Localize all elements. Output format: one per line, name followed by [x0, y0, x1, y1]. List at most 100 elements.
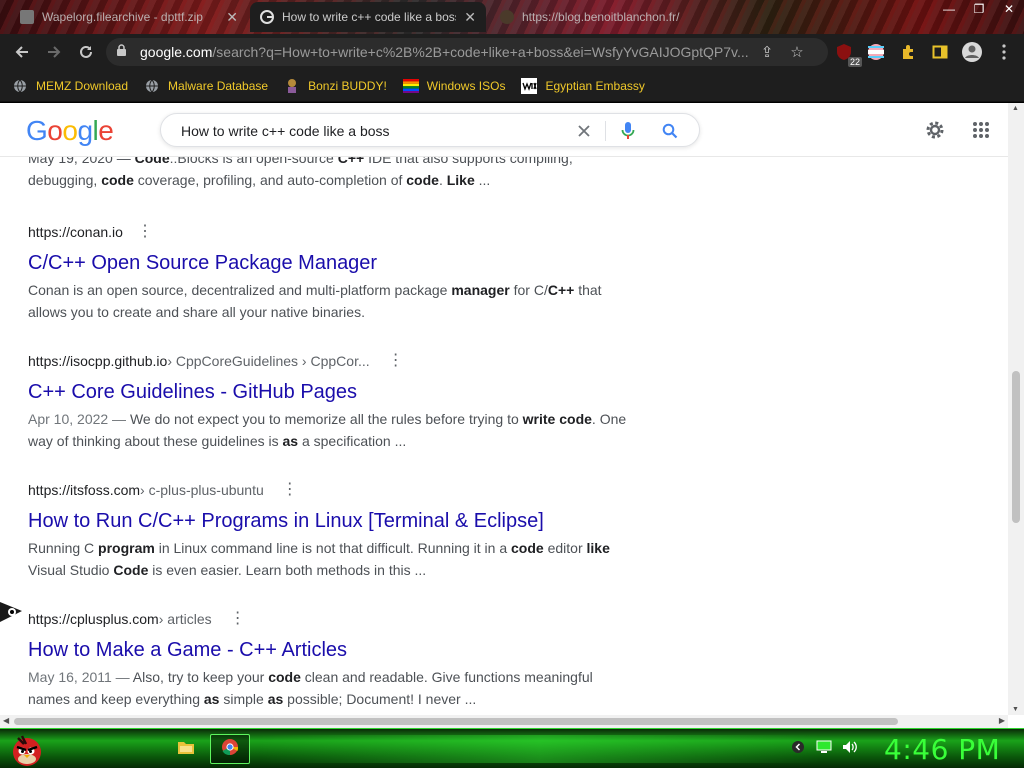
close-window-icon[interactable]: ✕: [994, 0, 1024, 20]
apps-grid-icon[interactable]: [968, 117, 994, 143]
result-title-link[interactable]: C/C++ Open Source Package Manager: [28, 251, 628, 275]
result-title-link[interactable]: How to Make a Game - C++ Articles: [28, 638, 628, 662]
bookmarks-bar: MEMZ Download Malware Database Bonzi BUD…: [0, 70, 1024, 102]
lock-icon[interactable]: [116, 44, 130, 60]
result-cite[interactable]: https://cplusplus.com › articles ⋮: [28, 610, 628, 628]
maximize-icon[interactable]: ❐: [964, 0, 994, 20]
vertical-scrollbar[interactable]: ▲ ▼: [1008, 103, 1024, 715]
result-snippet: Apr 10, 2022 — We do not expect you to m…: [28, 411, 627, 449]
bookmark-egyptian-embassy[interactable]: Egyptian Embassy: [521, 77, 645, 94]
address-bar[interactable]: google.com/search?q=How+to+write+c%2B%2B…: [106, 38, 828, 66]
result-cite[interactable]: https://itsfoss.com › c-plus-plus-ubuntu…: [28, 481, 628, 499]
result-snippet: May 16, 2011 — Also, try to keep your co…: [28, 669, 593, 707]
search-icon[interactable]: [659, 120, 681, 142]
settings-gear-icon[interactable]: [922, 117, 948, 143]
search-divider: [605, 121, 606, 141]
globe-icon: [12, 78, 28, 94]
puzzle-extensions-icon[interactable]: [896, 40, 920, 64]
share-icon[interactable]: ⇪: [756, 43, 778, 61]
wix-icon: [521, 77, 538, 94]
tab-strip: Wapelorg.filearchive - dpttf.zip ✕ How t…: [0, 0, 1024, 34]
tab-title: Wapelorg.filearchive - dpttf.zip: [42, 10, 203, 24]
microphone-icon[interactable]: [617, 120, 639, 142]
horizontal-scrollbar[interactable]: ◀ ▶: [0, 715, 1008, 728]
windows-flag-icon: [402, 78, 419, 94]
google-g-icon: [260, 10, 274, 24]
back-arrow-icon[interactable]: [6, 36, 38, 68]
search-input[interactable]: [181, 121, 571, 141]
result-url: https://conan.io: [28, 224, 123, 240]
kebab-menu-icon[interactable]: [992, 40, 1016, 64]
minimize-icon[interactable]: —: [934, 0, 964, 20]
result-url: https://cplusplus.com: [28, 611, 159, 627]
bookmark-malware-database[interactable]: Malware Database: [144, 78, 268, 94]
forward-arrow-icon[interactable]: [38, 36, 70, 68]
result-cite[interactable]: https://conan.io ⋮: [28, 223, 628, 241]
google-logo[interactable]: Google: [26, 115, 114, 147]
flag-extension-icon[interactable]: [864, 40, 888, 64]
google-header: Google: [0, 103, 1008, 157]
extension-icons: 22: [832, 38, 1016, 67]
search-result: https://cplusplus.com › articles ⋮ How t…: [28, 610, 628, 710]
url-host: google.com: [140, 44, 213, 60]
horizontal-scroll-thumb[interactable]: [14, 718, 898, 725]
tab-blog[interactable]: https://blog.benoitblanchon.fr/: [490, 2, 700, 32]
result-crumb: › CppCoreGuidelines › CppCor...: [167, 353, 370, 369]
network-monitor-icon[interactable]: [816, 739, 832, 755]
side-panel-icon[interactable]: [928, 40, 952, 64]
more-options-icon[interactable]: ⋮: [137, 224, 153, 240]
search-result: https://itsfoss.com › c-plus-plus-ubuntu…: [28, 481, 628, 581]
search-result: https://isocpp.github.io › CppCoreGuidel…: [28, 352, 628, 452]
ublock-badge: 22: [847, 57, 862, 67]
profile-avatar-icon[interactable]: [960, 40, 984, 64]
bonzi-icon: [284, 78, 300, 94]
system-tray: [790, 739, 858, 755]
scroll-up-icon[interactable]: ▲: [1012, 105, 1019, 112]
more-options-icon[interactable]: ⋮: [388, 353, 404, 369]
more-options-icon[interactable]: ⋮: [282, 482, 298, 498]
result-crumb: › c-plus-plus-ubuntu: [140, 482, 264, 498]
scroll-left-icon[interactable]: ◀: [3, 716, 9, 725]
start-angry-bird-icon[interactable]: [8, 730, 46, 768]
reload-icon[interactable]: [70, 36, 102, 68]
volume-speaker-icon[interactable]: [842, 739, 858, 755]
tab-google-search[interactable]: How to write c++ code like a boss ✕: [250, 2, 486, 32]
taskbar-chrome[interactable]: [210, 734, 250, 764]
omnibox-actions: ⇪ ☆: [756, 38, 808, 66]
bookmark-bonzi-buddy[interactable]: Bonzi BUDDY!: [284, 78, 387, 94]
result-title-link[interactable]: C++ Core Guidelines - GitHub Pages: [28, 380, 628, 404]
bookmark-label: Windows ISOs: [426, 78, 506, 93]
taskbar-file-explorer[interactable]: [166, 734, 206, 764]
ublock-icon[interactable]: 22: [832, 40, 862, 67]
file-archive-icon: [20, 10, 34, 24]
bookmark-windows-isos[interactable]: Windows ISOs: [402, 78, 506, 94]
mouse-cursor-icon: [0, 600, 22, 630]
result-url: https://isocpp.github.io: [28, 353, 168, 369]
more-options-icon[interactable]: ⋮: [230, 611, 246, 627]
window-controls: — ❐ ✕: [934, 0, 1024, 20]
folder-icon: [177, 739, 195, 760]
close-icon[interactable]: ✕: [226, 9, 238, 26]
scroll-down-icon[interactable]: ▼: [1012, 706, 1019, 713]
result-title-link[interactable]: How to Run C/C++ Programs in Linux [Term…: [28, 509, 628, 533]
result-url: https://itsfoss.com: [28, 482, 141, 498]
tab-filearchive[interactable]: Wapelorg.filearchive - dpttf.zip ✕: [10, 2, 248, 32]
taskbar-clock[interactable]: 4:46 PM: [884, 733, 1000, 766]
bookmark-label: Malware Database: [168, 78, 269, 93]
vertical-scroll-thumb[interactable]: [1012, 371, 1020, 523]
page-viewport: Google May 19, 2020 — Cod: [0, 103, 1024, 728]
result-crumb: › articles: [158, 611, 212, 627]
bookmark-label: Egyptian Embassy: [545, 78, 645, 93]
tray-chevron-icon[interactable]: [790, 739, 806, 755]
result-cite[interactable]: https://isocpp.github.io › CppCoreGuidel…: [28, 352, 628, 370]
bookmark-star-icon[interactable]: ☆: [786, 43, 808, 61]
blog-favicon-icon: [500, 10, 514, 24]
globe-icon: [144, 78, 160, 94]
result-snippet: Running C program in Linux command line …: [28, 540, 610, 578]
result-snippet: Conan is an open source, decentralized a…: [28, 282, 602, 320]
bookmark-memz[interactable]: MEMZ Download: [12, 78, 128, 94]
tab-title: https://blog.benoitblanchon.fr/: [522, 10, 680, 24]
scroll-right-icon[interactable]: ▶: [999, 716, 1005, 725]
clear-search-icon[interactable]: [573, 120, 595, 142]
close-icon[interactable]: ✕: [464, 9, 476, 26]
